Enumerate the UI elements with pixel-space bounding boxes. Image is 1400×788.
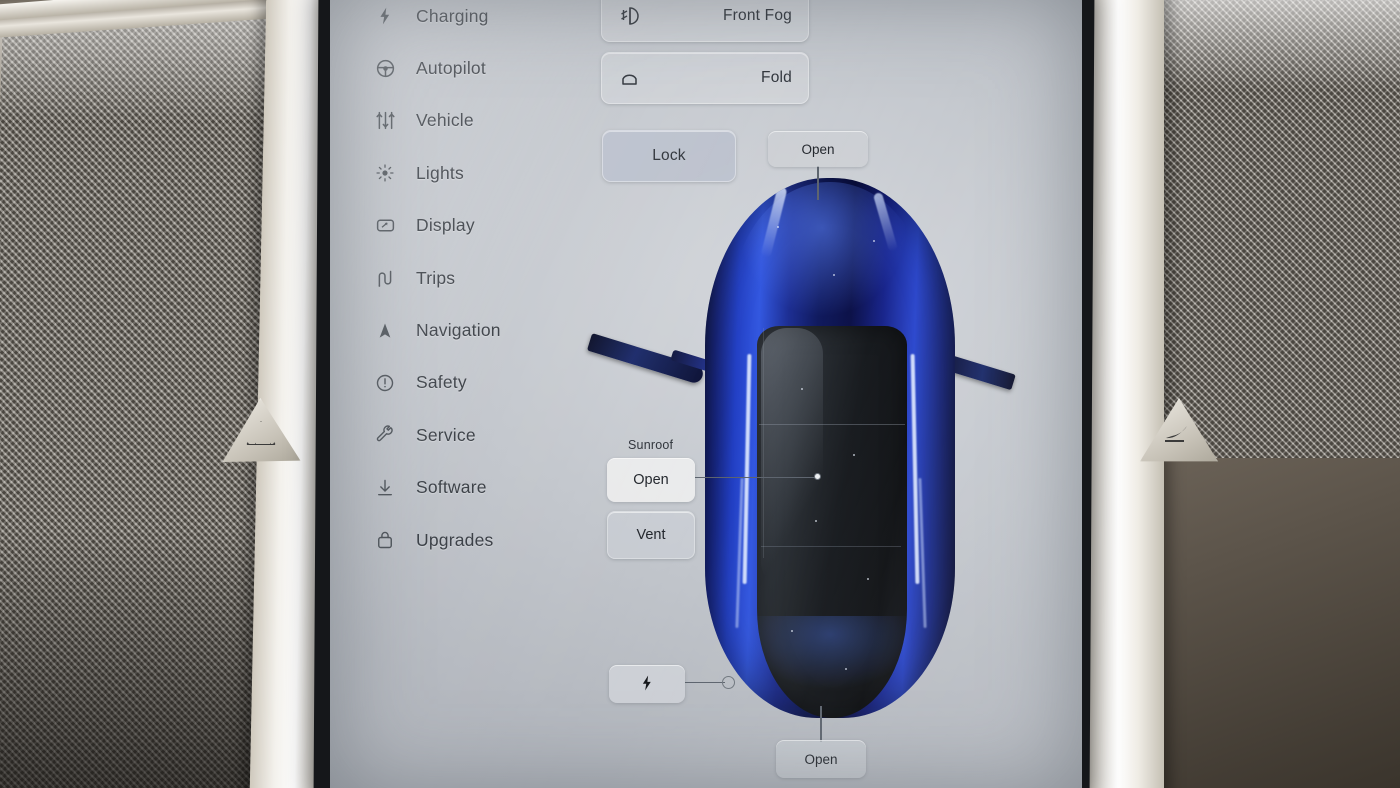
sidebar-item-label: Autopilot (416, 58, 486, 79)
sidebar-item-safety[interactable]: Safety (360, 357, 560, 409)
sidebar-item-autopilot[interactable]: Autopilot (360, 42, 560, 94)
lock-button[interactable]: Lock (602, 130, 736, 182)
frunk-open-button[interactable]: Open (768, 131, 868, 167)
display-screen-icon (374, 215, 396, 237)
paint-speck (867, 578, 869, 580)
roof-panel-seam (761, 546, 901, 547)
glass-roof-reflection (761, 328, 823, 588)
sun-icon (374, 162, 396, 184)
fog-light-icon (618, 5, 644, 27)
glovebox-icon (1160, 418, 1196, 448)
body-edge-highlight-right (910, 353, 920, 585)
front-fog-toggle[interactable]: Front Fog (601, 0, 809, 42)
sidebar-item-label: Display (416, 215, 475, 236)
paint-speck (833, 274, 835, 276)
roof-panel-seam (759, 424, 905, 425)
frunk-label: Open (801, 141, 835, 157)
sunroof-open-label: Open (633, 472, 669, 488)
paint-speck (815, 520, 817, 522)
lock-label: Lock (652, 147, 686, 164)
winding-road-icon (374, 267, 396, 289)
trunk-label: Open (804, 751, 838, 767)
vehicle-interior-photo: Charging Autopilot Vehicle Lights Displa… (0, 0, 1400, 788)
roof-panel-seam (763, 328, 764, 558)
sidebar-item-label: Lights (416, 162, 464, 183)
sidebar-item-display[interactable]: Display (360, 200, 560, 252)
trunk-open-button[interactable]: Open (776, 740, 866, 778)
sidebar-item-label: Navigation (416, 320, 501, 341)
sunroof-leader-dot (814, 473, 821, 480)
sidebar-item-vehicle[interactable]: Vehicle (360, 95, 560, 147)
sidebar-item-charging[interactable]: Charging (360, 0, 560, 42)
lightning-bolt-icon (638, 674, 656, 695)
body-edge-highlight-right-lower (918, 477, 927, 629)
frunk-leader-line (817, 166, 819, 200)
mirror-fold-label: Fold (761, 69, 792, 86)
front-fog-label: Front Fog (723, 7, 792, 24)
sidebar-item-label: Service (416, 424, 476, 445)
sidebar-item-label: Software (416, 477, 487, 498)
paint-speck (873, 240, 875, 242)
mirror-icon (618, 67, 644, 89)
steering-wheel-icon (374, 58, 396, 80)
charge-port-button[interactable] (609, 665, 685, 703)
download-arrow-icon (374, 477, 396, 499)
paint-speck (853, 454, 855, 456)
vehicle-body (705, 178, 955, 718)
sidebar-item-software[interactable]: Software (360, 462, 560, 514)
rear-deck-highlight (749, 616, 911, 708)
sidebar-item-upgrades[interactable]: Upgrades (360, 514, 560, 566)
vehicle-top-down-render[interactable] (586, 178, 1016, 718)
sidebar-item-label: Vehicle (416, 110, 474, 131)
paint-speck (801, 388, 803, 390)
sunroof-open-button[interactable]: Open (607, 458, 695, 502)
sidebar-item-service[interactable]: Service (360, 409, 560, 461)
trunk-leader-line (820, 706, 822, 742)
charge-port-leader-line (685, 682, 725, 684)
sunroof-vent-button[interactable]: Vent (607, 511, 695, 559)
shopping-bag-icon (374, 529, 396, 551)
wrench-icon (374, 424, 396, 446)
lightning-bolt-icon (374, 5, 396, 27)
sunroof-leader-line (695, 477, 817, 479)
sliders-icon (374, 110, 396, 132)
sidebar-item-navigation[interactable]: Navigation (360, 304, 560, 356)
navigation-arrow-icon (374, 320, 396, 342)
sunroof-section-label: Sunroof (628, 438, 674, 452)
tesla-touchscreen[interactable]: Charging Autopilot Vehicle Lights Displa… (330, 0, 1082, 788)
sidebar-item-trips[interactable]: Trips (360, 252, 560, 304)
charge-port-leader-dot (722, 676, 735, 689)
settings-sidebar[interactable]: Charging Autopilot Vehicle Lights Displa… (360, 0, 560, 566)
mirror-fold-toggle[interactable]: Fold (601, 52, 809, 104)
body-edge-highlight-left (742, 353, 752, 585)
exclamation-circle-icon (374, 372, 396, 394)
sidebar-item-label: Upgrades (416, 529, 494, 550)
paint-speck (845, 668, 847, 670)
sidebar-item-label: Trips (416, 267, 456, 288)
sidebar-item-lights[interactable]: Lights (360, 147, 560, 199)
sidebar-item-label: Safety (416, 372, 467, 393)
paint-speck (791, 630, 793, 632)
paint-speck (777, 226, 779, 228)
sidebar-item-label: Charging (416, 5, 489, 26)
sunroof-vent-label: Vent (636, 527, 666, 543)
